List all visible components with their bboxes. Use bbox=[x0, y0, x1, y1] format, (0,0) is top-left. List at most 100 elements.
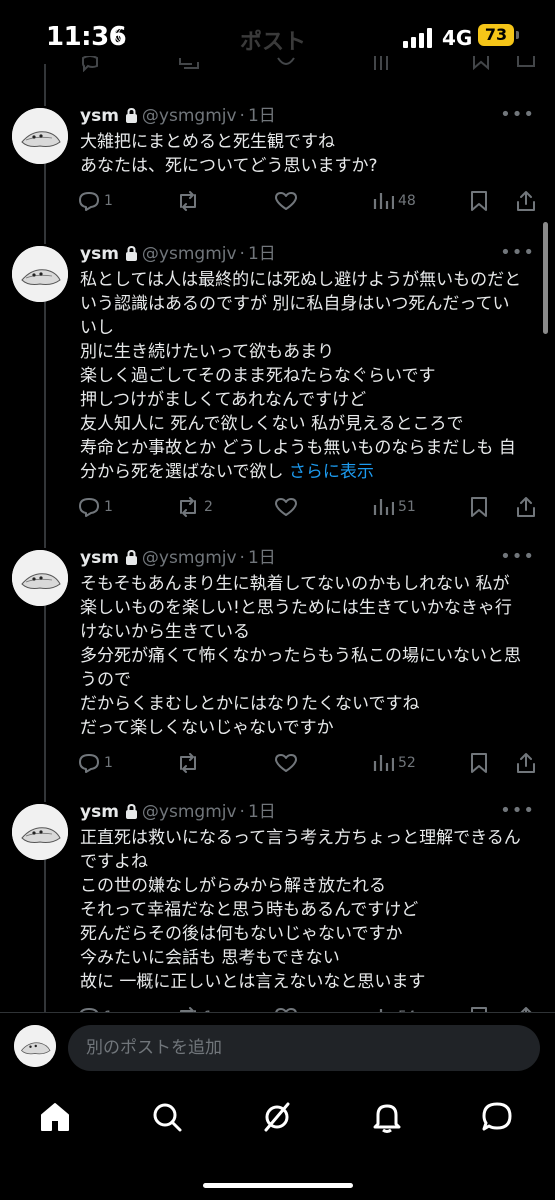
more-options-icon[interactable]: ••• bbox=[500, 546, 535, 567]
repost-icon bbox=[180, 191, 196, 211]
reply-button[interactable]: 1 bbox=[78, 494, 113, 520]
like-icon bbox=[275, 754, 297, 772]
avatar[interactable] bbox=[12, 804, 68, 860]
bookmark-button[interactable] bbox=[470, 750, 492, 776]
post-header: ysm @ysmgmjv · 1日 bbox=[80, 800, 276, 824]
reply-button[interactable]: 1 bbox=[78, 750, 113, 776]
show-more-link[interactable]: さらに表示 bbox=[289, 462, 374, 482]
post-text: 分から死を選ばないで欲し bbox=[80, 462, 284, 482]
views-button[interactable]: 48 bbox=[372, 188, 416, 214]
post-text: 死んだらその後は何もないじゃないですか bbox=[80, 924, 403, 944]
reply-button[interactable]: 1 bbox=[78, 188, 113, 214]
share-button[interactable] bbox=[516, 750, 540, 776]
scrollbar[interactable] bbox=[543, 222, 548, 334]
battery-indicator: 73 bbox=[478, 24, 514, 46]
like-button[interactable] bbox=[274, 750, 302, 776]
home-icon[interactable] bbox=[38, 1100, 72, 1134]
messages-icon[interactable] bbox=[480, 1100, 514, 1134]
add-post-input[interactable]: 別のポストを追加 bbox=[68, 1025, 540, 1071]
post-text-line: 押しつけがましくてあれなんですけど bbox=[80, 388, 530, 412]
reply-icon bbox=[79, 754, 99, 773]
separator: · bbox=[239, 802, 245, 822]
network-type: 4G bbox=[442, 26, 473, 50]
post-text-line: 死んだらその後は何もないじゃないですか bbox=[80, 922, 530, 946]
share-button[interactable] bbox=[516, 494, 540, 520]
avatar[interactable] bbox=[12, 108, 68, 164]
post-text-line: 分から死を選ばないで欲し さらに表示 bbox=[80, 460, 530, 484]
more-options-icon[interactable]: ••• bbox=[500, 104, 535, 125]
post-header: ysm @ysmgmjv · 1日 bbox=[80, 242, 276, 266]
display-name[interactable]: ysm bbox=[80, 548, 119, 568]
share-icon bbox=[517, 753, 535, 773]
bookmark-icon[interactable] bbox=[472, 56, 490, 70]
post-text: そもそもあんまり生に執着してないのかもしれない 私が bbox=[80, 574, 510, 594]
repost-button[interactable] bbox=[176, 188, 204, 214]
notifications-icon[interactable] bbox=[370, 1100, 404, 1134]
post-age: 1日 bbox=[247, 244, 276, 264]
handle[interactable]: @ysmgmjv bbox=[142, 244, 237, 264]
display-name[interactable]: ysm bbox=[80, 802, 119, 822]
avatar[interactable] bbox=[14, 1025, 56, 1067]
bookmark-button[interactable] bbox=[470, 494, 492, 520]
post-text-line: いう認識はあるのですが 別に私自身はいつ死んだってい bbox=[80, 292, 530, 316]
avatar[interactable] bbox=[12, 550, 68, 606]
share-icon[interactable] bbox=[516, 56, 536, 70]
post-age: 1日 bbox=[247, 802, 276, 822]
post-body: 正直死は救いになるって言う考え方ちょっと理解できるん ですよね この世の嫌なしがらみ… bbox=[80, 826, 530, 994]
repost-icon[interactable] bbox=[178, 56, 200, 70]
post-body: 私としては人は最終的には死ぬし避けようが無いものだと いう認識はあるのですが 別に… bbox=[80, 268, 530, 484]
reply-icon[interactable] bbox=[80, 56, 100, 72]
bookmark-icon bbox=[471, 497, 487, 517]
post-text-line: あなたは、死についてどう思いますか? bbox=[80, 154, 530, 178]
views-icon bbox=[373, 499, 394, 515]
views-icon[interactable] bbox=[372, 56, 394, 70]
handle[interactable]: @ysmgmjv bbox=[142, 106, 237, 126]
post-body: そもそもあんまり生に執着してないのかもしれない 私が 楽しいものを楽しい!と思うた… bbox=[80, 572, 530, 740]
like-button[interactable] bbox=[274, 188, 302, 214]
post-text: いう認識はあるのですが 別に私自身はいつ死んだってい bbox=[80, 294, 510, 314]
post-text: 多分死が痛くて怖くなかったらもう私この場にいないと思 bbox=[80, 646, 521, 666]
repost-button[interactable]: 2 bbox=[176, 494, 213, 520]
post-text: 故に 一概に正しいとは言えないなと思います bbox=[80, 972, 426, 992]
post-age: 1日 bbox=[247, 106, 276, 126]
moon-icon: ☾ bbox=[113, 24, 133, 49]
separator: · bbox=[239, 548, 245, 568]
repost-button[interactable] bbox=[176, 750, 204, 776]
views-button[interactable]: 52 bbox=[372, 750, 416, 776]
grok-icon[interactable] bbox=[260, 1100, 294, 1134]
more-options-icon[interactable]: ••• bbox=[500, 242, 535, 263]
more-options-icon[interactable]: ••• bbox=[500, 800, 535, 821]
post-text: あなたは、死についてどう思いますか? bbox=[80, 156, 378, 176]
post-text: ですよね bbox=[80, 852, 148, 872]
repost-icon bbox=[180, 497, 196, 517]
handle[interactable]: @ysmgmjv bbox=[142, 548, 237, 568]
post-text-line: だからくまむしとかにはなりたくないですね bbox=[80, 692, 530, 716]
handle[interactable]: @ysmgmjv bbox=[142, 802, 237, 822]
avatar[interactable] bbox=[12, 246, 68, 302]
display-name[interactable]: ysm bbox=[80, 244, 119, 264]
reply-icon bbox=[79, 192, 99, 211]
post-actions: 1 2 51 bbox=[78, 494, 540, 520]
reply-count: 1 bbox=[104, 499, 113, 515]
post-text: 楽しく過ごしてそのまま死ねたらなぐらいです bbox=[80, 366, 436, 386]
share-button[interactable] bbox=[516, 188, 540, 214]
post-header: ysm @ysmgmjv · 1日 bbox=[80, 546, 276, 570]
post-text: 友人知人に 死んで欲しくない 私が見えるところで bbox=[80, 414, 464, 434]
post-text-line: 故に 一概に正しいとは言えないなと思います bbox=[80, 970, 530, 994]
post-text-line: それって幸福だなと思う時もあるんですけど bbox=[80, 898, 530, 922]
bookmark-icon bbox=[471, 753, 487, 773]
reply-count: 1 bbox=[104, 755, 113, 771]
like-button[interactable] bbox=[274, 494, 302, 520]
post-text: うので bbox=[80, 670, 131, 690]
post-text: この世の嫌なしがらみから解き放たれる bbox=[80, 876, 386, 896]
search-icon[interactable] bbox=[150, 1100, 184, 1134]
post-text: それって幸福だなと思う時もあるんですけど bbox=[80, 900, 419, 920]
views-icon bbox=[373, 755, 394, 771]
bookmark-button[interactable] bbox=[470, 188, 492, 214]
post-text: だからくまむしとかにはなりたくないですね bbox=[80, 694, 420, 714]
views-button[interactable]: 51 bbox=[372, 494, 416, 520]
post-text: 大雑把にまとめると死生観ですね bbox=[80, 132, 335, 152]
display-name[interactable]: ysm bbox=[80, 106, 119, 126]
thread-line bbox=[44, 854, 46, 1014]
like-icon[interactable] bbox=[276, 56, 296, 68]
